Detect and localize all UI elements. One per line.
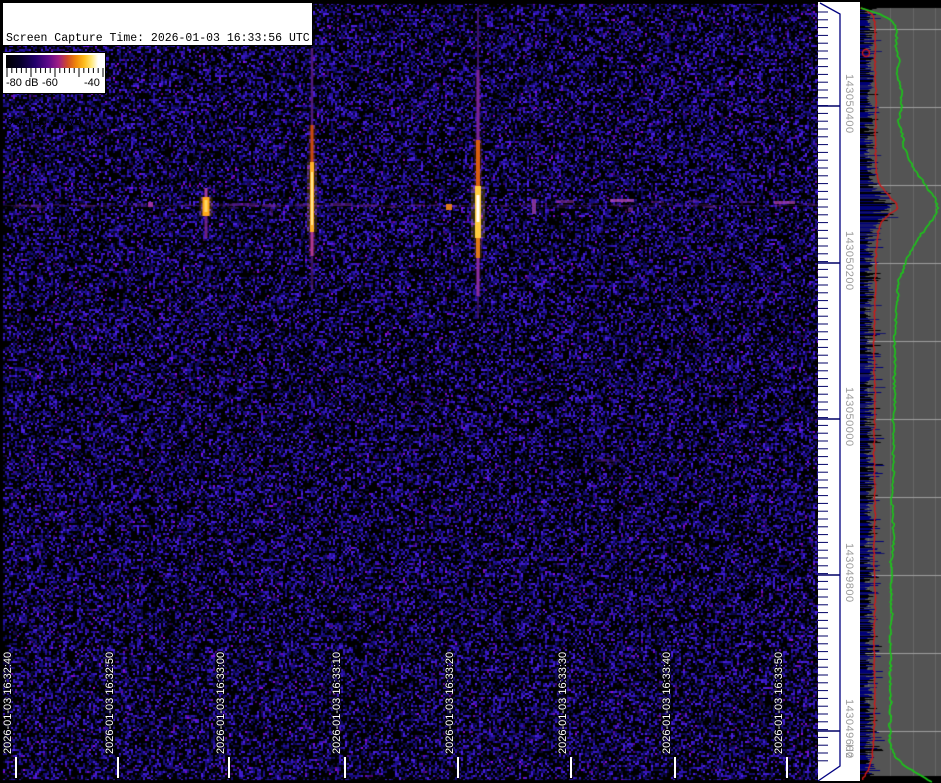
time-axis-tick: [674, 757, 676, 778]
colorbar-db-label: -60: [42, 77, 58, 89]
time-axis-tick: [344, 757, 346, 778]
time-axis-tick: [786, 757, 788, 778]
colorbar-db-label: -40: [84, 77, 100, 89]
intensity-colorbar: -80 dB -60 -40: [2, 52, 106, 94]
time-axis-label: 2026-01-03 16:33:10: [331, 651, 343, 754]
time-axis-tick: [457, 757, 459, 778]
time-axis-tick: [570, 757, 572, 778]
capture-info-box: Screen Capture Time: 2026-01-03 16:33:56…: [2, 2, 313, 129]
time-axis-label: 2026-01-03 16:33:00: [215, 651, 227, 754]
time-axis-label: 2026-01-03 16:33:20: [444, 651, 456, 754]
frequency-unit-label: Hz: [843, 744, 855, 759]
config-text: Config = V8: [6, 116, 82, 129]
time-axis-tick: [117, 757, 119, 778]
colorbar-gradient: [6, 55, 102, 68]
colorbar-db-label: -80 dB: [6, 77, 39, 89]
frequency-axis-label: 143050200: [843, 231, 855, 291]
time-axis-label: 2026-01-03 16:32:40: [2, 651, 14, 754]
time-axis-label: 2026-01-03 16:33:40: [661, 651, 673, 754]
capture-time-text: Screen Capture Time: 2026-01-03 16:33:56…: [6, 32, 310, 45]
spectrum-lab-screen: 143050400 143050200 143050000 143049800 1430…: [0, 0, 941, 783]
time-axis-tick: [15, 757, 17, 778]
time-axis-tick: [228, 757, 230, 778]
time-axis-label: 2026-01-03 16:32:50: [104, 651, 116, 754]
frequency-axis-label: 143049800: [843, 543, 855, 603]
time-axis-label: 2026-01-03 16:33:30: [557, 651, 569, 754]
frequency-axis-label: 143050000: [843, 387, 855, 447]
spectrum-graph: [860, 0, 941, 783]
time-axis-label: 2026-01-03 16:33:50: [773, 651, 785, 754]
frequency-axis-label: 143050400: [843, 74, 855, 134]
